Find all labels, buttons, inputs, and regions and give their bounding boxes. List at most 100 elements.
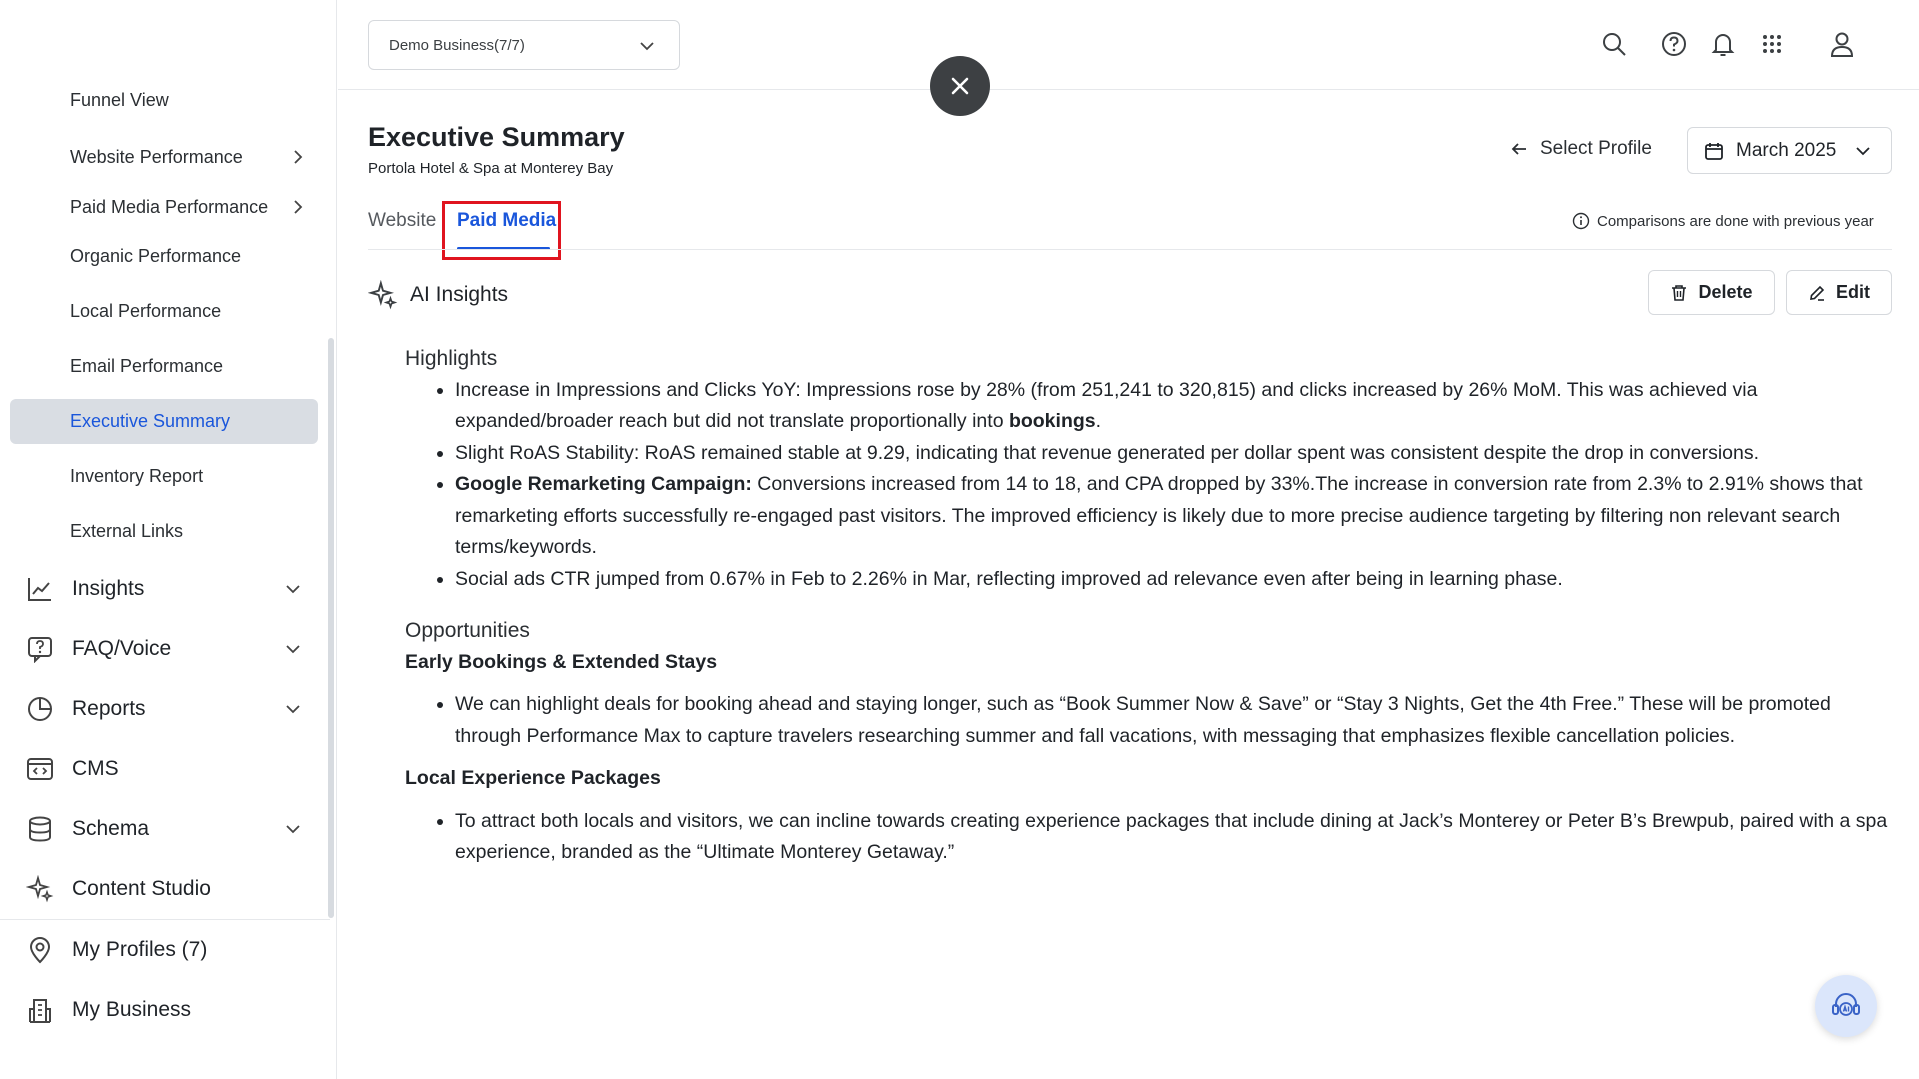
sidebar-item-label: Funnel View bbox=[70, 90, 169, 110]
search-icon[interactable] bbox=[1600, 30, 1628, 58]
chevron-right-icon bbox=[294, 200, 303, 214]
sidebar-item-label: Paid Media Performance bbox=[70, 196, 269, 217]
bell-icon[interactable] bbox=[1709, 30, 1737, 58]
sidebar-item-label: Organic Performance bbox=[70, 246, 242, 266]
sidebar-item-organic-performance[interactable]: Organic Performance bbox=[70, 246, 241, 267]
user-avatar-icon[interactable] bbox=[1828, 30, 1856, 58]
sidebar-item-reports[interactable]: Reports bbox=[25, 694, 300, 724]
sidebar-item-funnel-view[interactable]: Funnel View bbox=[70, 90, 169, 111]
sidebar-divider bbox=[0, 919, 330, 920]
sidebar-item-label: Schema bbox=[72, 817, 150, 840]
edit-button[interactable]: Edit bbox=[1786, 270, 1892, 315]
sparkles-icon bbox=[25, 874, 55, 904]
sidebar-item-local-performance[interactable]: Local Performance bbox=[70, 301, 221, 322]
list-item-text: Slight RoAS Stability: RoAS remained sta… bbox=[455, 441, 1760, 464]
help-icon[interactable] bbox=[1660, 30, 1688, 58]
sidebar-item-my-profiles[interactable]: My Profiles (7) bbox=[25, 935, 207, 965]
list-item-text: Increase in Impressions and Clicks YoY: … bbox=[455, 378, 1758, 433]
list-item: We can highlight deals for booking ahead… bbox=[455, 689, 1892, 752]
ai-assistant-icon bbox=[1832, 993, 1860, 1016]
chevron-down-icon bbox=[1856, 147, 1870, 156]
tab-bar-divider bbox=[368, 249, 1892, 250]
location-pin-icon bbox=[25, 935, 55, 965]
pencil-icon bbox=[1810, 285, 1825, 301]
sidebar-item-insights[interactable]: Insights bbox=[25, 574, 300, 604]
sidebar-item-label: CMS bbox=[72, 757, 119, 780]
sidebar-item-label: Local Performance bbox=[70, 301, 222, 321]
chevron-down-icon bbox=[286, 825, 300, 834]
opportunity-list: To attract both locals and visitors, we … bbox=[455, 806, 1892, 869]
top-bar: Demo Business(7/7) bbox=[338, 0, 1919, 90]
list-item: To attract both locals and visitors, we … bbox=[455, 806, 1892, 869]
ai-assistant-button[interactable] bbox=[1815, 975, 1877, 1037]
calendar-icon bbox=[1705, 142, 1723, 160]
building-icon bbox=[25, 995, 55, 1025]
chart-line-icon bbox=[25, 574, 55, 604]
ai-insights-header: AI Insights bbox=[368, 280, 508, 310]
select-profile-label: Select Profile bbox=[1540, 138, 1652, 159]
page-subtitle: Portola Hotel & Spa at Monterey Bay bbox=[368, 160, 614, 177]
info-icon bbox=[1572, 212, 1590, 230]
sidebar-scrollbar[interactable] bbox=[328, 338, 334, 918]
sidebar-item-external-links[interactable]: External Links bbox=[70, 521, 183, 542]
list-item: Google Remarketing Campaign: Conversions… bbox=[455, 469, 1892, 564]
sidebar-item-paid-media-performance[interactable]: Paid Media Performance bbox=[70, 196, 310, 218]
sidebar-item-label: Reports bbox=[72, 697, 146, 720]
chevron-down-icon bbox=[286, 585, 300, 594]
sidebar-item-label: Website Performance bbox=[70, 146, 243, 167]
sidebar-item-label: My Profiles (7) bbox=[72, 938, 208, 961]
month-picker[interactable]: March 2025 bbox=[1687, 127, 1892, 174]
list-item-bold: bookings bbox=[1008, 410, 1096, 432]
apps-grid-icon[interactable] bbox=[1758, 30, 1786, 58]
ai-insights-content: Highlights Increase in Impressions and C… bbox=[405, 343, 1892, 869]
tab-website[interactable]: Website bbox=[368, 210, 436, 232]
chevron-down-icon bbox=[640, 42, 654, 51]
sidebar-item-executive-summary[interactable]: Executive Summary bbox=[70, 411, 230, 432]
sidebar-item-schema[interactable]: Schema bbox=[25, 814, 300, 844]
list-item: Social ads CTR jumped from 0.67% in Feb … bbox=[455, 564, 1892, 596]
business-select[interactable]: Demo Business(7/7) bbox=[368, 20, 680, 70]
opportunity-title: Early Bookings & Extended Stays bbox=[405, 650, 718, 673]
sidebar-item-website-performance[interactable]: Website Performance bbox=[70, 146, 310, 168]
close-icon bbox=[951, 77, 969, 95]
sidebar-item-content-studio[interactable]: Content Studio bbox=[25, 874, 211, 904]
question-bubble-icon bbox=[25, 634, 55, 664]
sidebar-item-label: Content Studio bbox=[72, 877, 211, 900]
list-item-bold: Google Remarketing Campaign: bbox=[455, 473, 752, 495]
sparkles-icon bbox=[368, 280, 398, 310]
opportunities-heading: Opportunities bbox=[405, 619, 530, 642]
select-profile-button[interactable]: Select Profile bbox=[1510, 138, 1652, 160]
sidebar-item-label: Inventory Report bbox=[70, 466, 204, 486]
delete-button[interactable]: Delete bbox=[1648, 270, 1775, 315]
opportunity-title: Local Experience Packages bbox=[405, 767, 661, 789]
list-item: Slight RoAS Stability: RoAS remained sta… bbox=[455, 438, 1892, 470]
sidebar-item-label: My Business bbox=[72, 998, 192, 1021]
sidebar-item-email-performance[interactable]: Email Performance bbox=[70, 356, 223, 377]
chevron-down-icon bbox=[286, 645, 300, 654]
chevron-down-icon bbox=[286, 705, 300, 714]
sidebar-item-label: FAQ/Voice bbox=[72, 637, 172, 660]
sidebar-item-label: Email Performance bbox=[70, 356, 224, 376]
delete-button-label: Delete bbox=[1698, 282, 1753, 302]
arrow-left-icon bbox=[1511, 143, 1526, 155]
business-select-value: Demo Business(7/7) bbox=[389, 36, 525, 54]
opportunity-list: We can highlight deals for booking ahead… bbox=[455, 689, 1892, 752]
pie-chart-icon bbox=[25, 694, 55, 724]
ai-insights-title: AI Insights bbox=[410, 283, 509, 306]
sidebar-item-label: Insights bbox=[72, 577, 145, 600]
trash-icon bbox=[1672, 284, 1687, 301]
sidebar-item-label: Executive Summary bbox=[70, 411, 231, 431]
list-item-text: . bbox=[1095, 410, 1102, 432]
highlights-list: Increase in Impressions and Clicks YoY: … bbox=[455, 375, 1892, 596]
sidebar-item-faq-voice[interactable]: FAQ/Voice bbox=[25, 634, 300, 664]
list-item: Increase in Impressions and Clicks YoY: … bbox=[455, 375, 1892, 438]
close-button[interactable] bbox=[930, 56, 990, 116]
sidebar-item-my-business[interactable]: My Business bbox=[25, 995, 191, 1025]
list-item-text: Social ads CTR jumped from 0.67% in Feb … bbox=[455, 567, 1563, 590]
database-icon bbox=[25, 814, 55, 844]
sidebar-item-cms[interactable]: CMS bbox=[25, 754, 119, 784]
sidebar-item-label: External Links bbox=[70, 521, 184, 541]
code-window-icon bbox=[25, 754, 55, 784]
sidebar-item-inventory-report[interactable]: Inventory Report bbox=[70, 466, 203, 487]
sidebar: Funnel View Website Performance Paid Med… bbox=[0, 0, 337, 1079]
